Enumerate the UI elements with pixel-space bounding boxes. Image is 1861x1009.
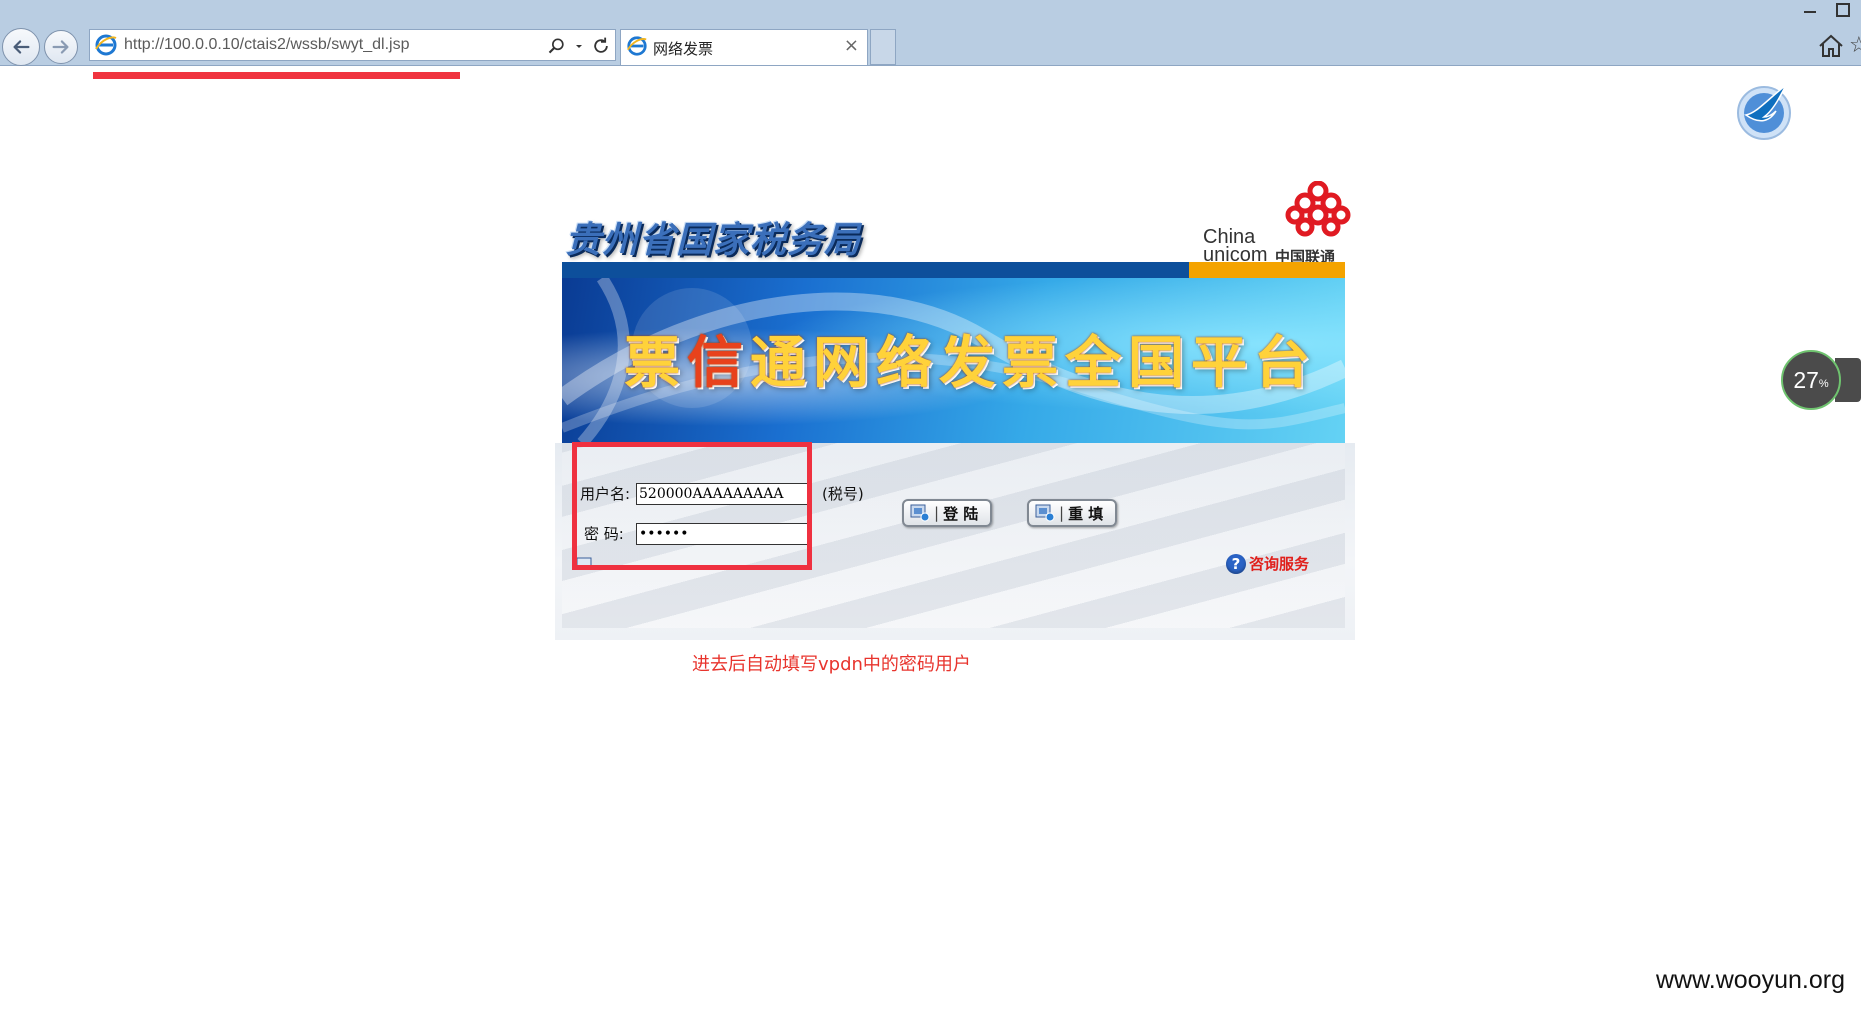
- bureau-title: 贵州省国家税务局: [565, 219, 862, 261]
- china-unicom-logo: China unicom 中国联通: [1203, 181, 1353, 266]
- banner-title: 票信通网络发票全国平台: [624, 318, 1317, 399]
- address-bar[interactable]: http://100.0.0.10/ctais2/wssb/swyt_dl.js…: [89, 29, 616, 61]
- reset-button-label: 重 填: [1068, 504, 1104, 523]
- speed-value: 27: [1793, 366, 1819, 393]
- login-button-label: 登 陆: [943, 504, 979, 523]
- url-underline-annotation: [93, 72, 460, 79]
- banner-title-part1: 票: [624, 330, 687, 396]
- dropdown-arrow-icon[interactable]: [573, 36, 585, 56]
- banner-title-highlight: 信: [687, 330, 750, 396]
- restore-window-icon[interactable]: [1832, 0, 1854, 20]
- watermark: www.wooyun.org: [1656, 966, 1845, 994]
- address-url[interactable]: http://100.0.0.10/ctais2/wssb/swyt_dl.js…: [124, 36, 409, 54]
- address-tools: [547, 34, 611, 58]
- credentials-highlight-annotation: [572, 442, 812, 570]
- minimize-window-icon[interactable]: [1800, 0, 1822, 20]
- back-button[interactable]: [2, 28, 40, 66]
- login-button-icon: [910, 504, 930, 522]
- forward-button[interactable]: [44, 30, 78, 64]
- login-button[interactable]: | 登 陆: [902, 499, 992, 527]
- ie-icon: [627, 36, 647, 56]
- new-tab-button[interactable]: [870, 29, 896, 65]
- consult-service-label: 咨询服务: [1249, 555, 1310, 573]
- tab-network-invoice[interactable]: 网络发票 ×: [620, 29, 868, 65]
- search-icon[interactable]: [547, 36, 567, 56]
- annotation-text: 进去后自动填写vpdn中的密码用户: [692, 654, 971, 675]
- login-panel: 贵州省国家税务局 China unicom 中国联通 票信通网络发票全国平台 用…: [555, 175, 1355, 640]
- banner-title-part2: 通网络发票全国平台: [750, 330, 1317, 396]
- tax-id-note: (税号): [822, 485, 864, 503]
- button-separator: |: [1059, 504, 1065, 522]
- tab-title: 网络发票: [653, 40, 714, 58]
- tab-close-icon[interactable]: ×: [844, 35, 859, 56]
- network-speed-widget[interactable]: 27%: [1781, 350, 1861, 412]
- bird-logo-icon[interactable]: [1734, 79, 1798, 143]
- arrow-left-icon: [13, 40, 30, 54]
- refresh-icon[interactable]: [591, 36, 611, 56]
- consult-service-link[interactable]: ? 咨询服务: [1226, 553, 1309, 574]
- speed-unit: %: [1818, 378, 1829, 390]
- browser-chrome: http://100.0.0.10/ctais2/wssb/swyt_dl.js…: [0, 0, 1861, 66]
- header-color-bar-accent: [1189, 262, 1345, 278]
- home-icon[interactable]: [1817, 33, 1845, 59]
- reset-button-icon: [1035, 504, 1055, 522]
- button-separator: |: [934, 504, 940, 522]
- ie-icon: [95, 34, 117, 56]
- unicom-knot-icon: [1285, 181, 1351, 237]
- speed-gauge: 27%: [1781, 350, 1841, 410]
- help-question-icon: ?: [1226, 553, 1246, 574]
- favorites-star-icon[interactable]: ☆: [1849, 33, 1861, 59]
- header-color-bar: [562, 262, 1345, 278]
- arrow-right-icon: [52, 40, 69, 54]
- reset-button[interactable]: | 重 填: [1027, 499, 1117, 527]
- platform-banner: 票信通网络发票全国平台: [562, 278, 1345, 443]
